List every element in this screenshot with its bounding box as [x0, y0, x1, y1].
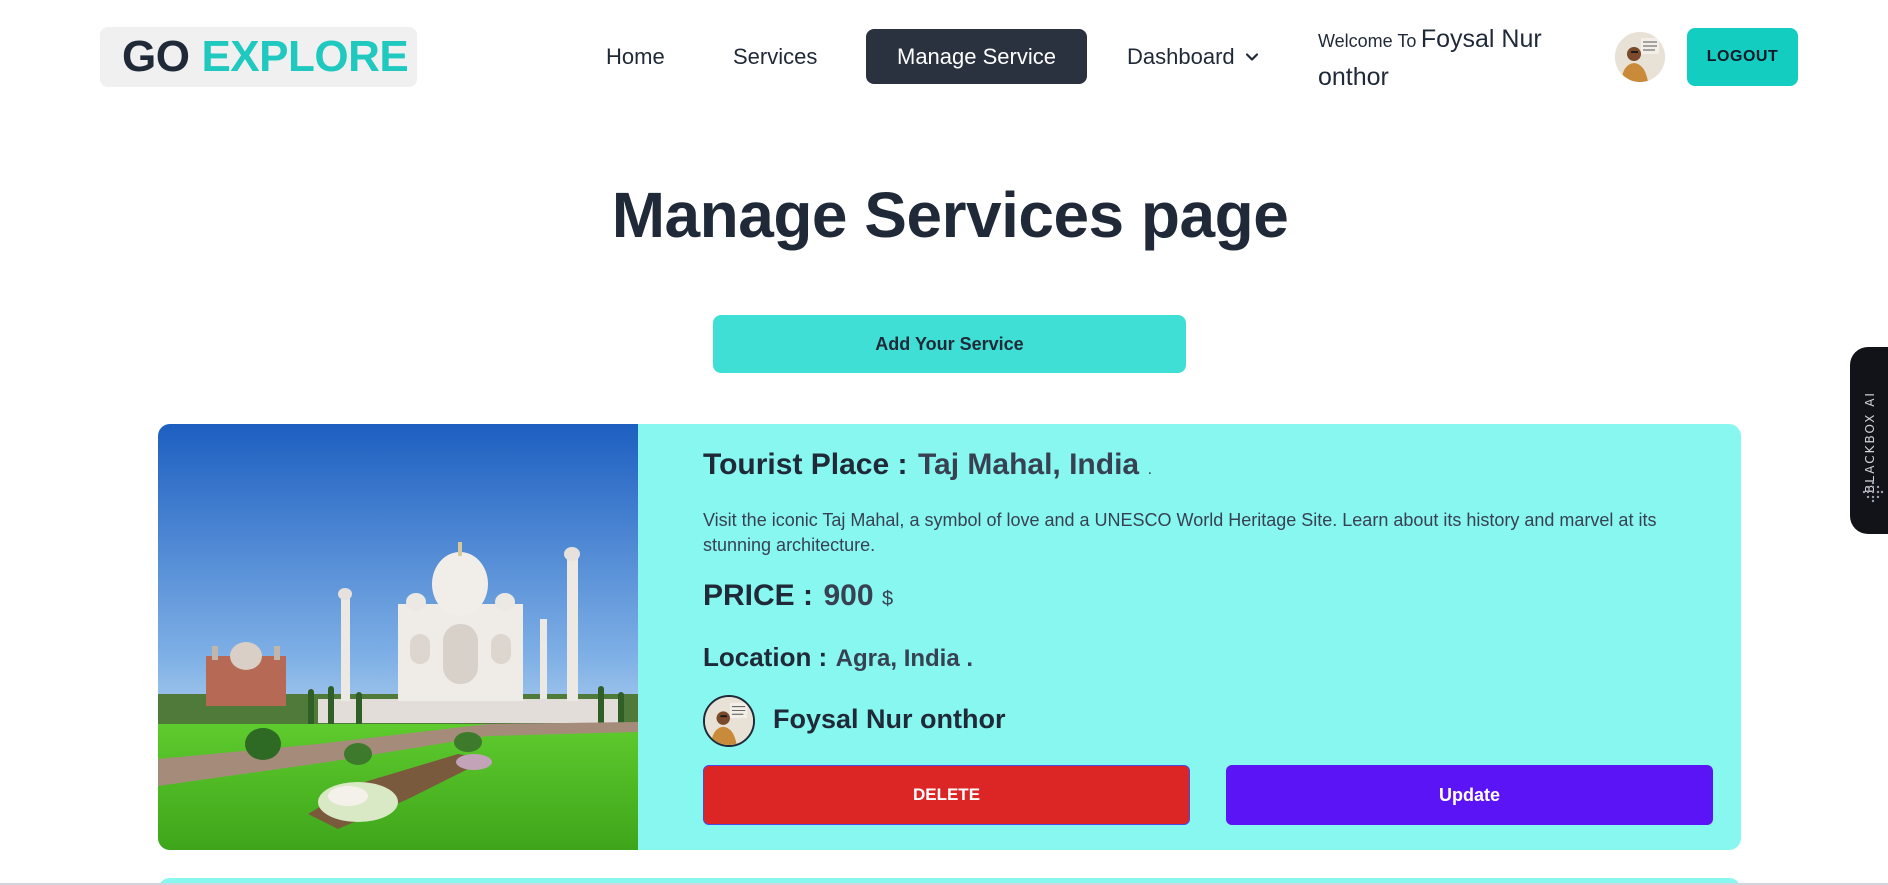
logout-button[interactable]: LOGOUT: [1687, 28, 1798, 86]
add-service-button[interactable]: Add Your Service: [713, 315, 1186, 373]
blackbox-side-tab[interactable]: BLACKBOX AI: [1850, 347, 1888, 534]
welcome-text: Welcome To Foysal Nur onthor: [1318, 22, 1588, 98]
chevron-down-icon: [1245, 52, 1258, 61]
tourist-place-row: Tourist Place : Taj Mahal, India .: [703, 448, 1152, 482]
owner-name: Foysal Nur onthor: [773, 704, 1006, 734]
page-title: Manage Services page: [611, 179, 1289, 251]
nav-home[interactable]: Home: [586, 29, 685, 84]
location-value: Agra, India .: [835, 645, 974, 672]
service-description: Visit the iconic Taj Mahal, a symbol of …: [703, 510, 1657, 555]
tourist-place-label: Tourist Place :: [703, 448, 908, 481]
location-label: Location :: [703, 642, 828, 672]
service-card: Tourist Place : Taj Mahal, India . Visit…: [158, 424, 1741, 850]
dots-grid-icon: [1862, 481, 1884, 503]
service-details: Tourist Place : Taj Mahal, India . Visit…: [703, 424, 1713, 850]
side-tab-label: BLACKBOX AI: [1863, 391, 1877, 493]
update-button[interactable]: Update: [1226, 765, 1713, 825]
tourist-place-suffix: .: [1147, 461, 1153, 478]
price-label: PRICE :: [703, 579, 814, 612]
tourist-place-value: Taj Mahal, India: [917, 448, 1140, 481]
logo-part-go: GO: [122, 32, 190, 81]
price-value: 900: [823, 579, 874, 612]
price-unit: $: [881, 588, 894, 610]
price-row: PRICE : 900 $: [703, 579, 893, 613]
user-avatar[interactable]: [1615, 32, 1665, 82]
nav-services[interactable]: Services: [713, 29, 837, 84]
service-image: [158, 424, 638, 850]
owner-avatar: [703, 695, 755, 747]
logo-part-explore: EXPLORE: [201, 32, 409, 81]
nav-manage-service[interactable]: Manage Service: [866, 29, 1087, 84]
welcome-prefix: Welcome To: [1318, 31, 1417, 51]
delete-button[interactable]: DELETE: [703, 765, 1190, 825]
nav-dashboard-label: Dashboard: [1127, 43, 1235, 69]
logo[interactable]: GO EXPLORE: [100, 27, 417, 87]
header: GO EXPLORE Home Services Manage Service …: [0, 0, 1888, 114]
nav-dashboard[interactable]: Dashboard: [1107, 29, 1279, 84]
location-row: Location : Agra, India .: [703, 642, 973, 673]
